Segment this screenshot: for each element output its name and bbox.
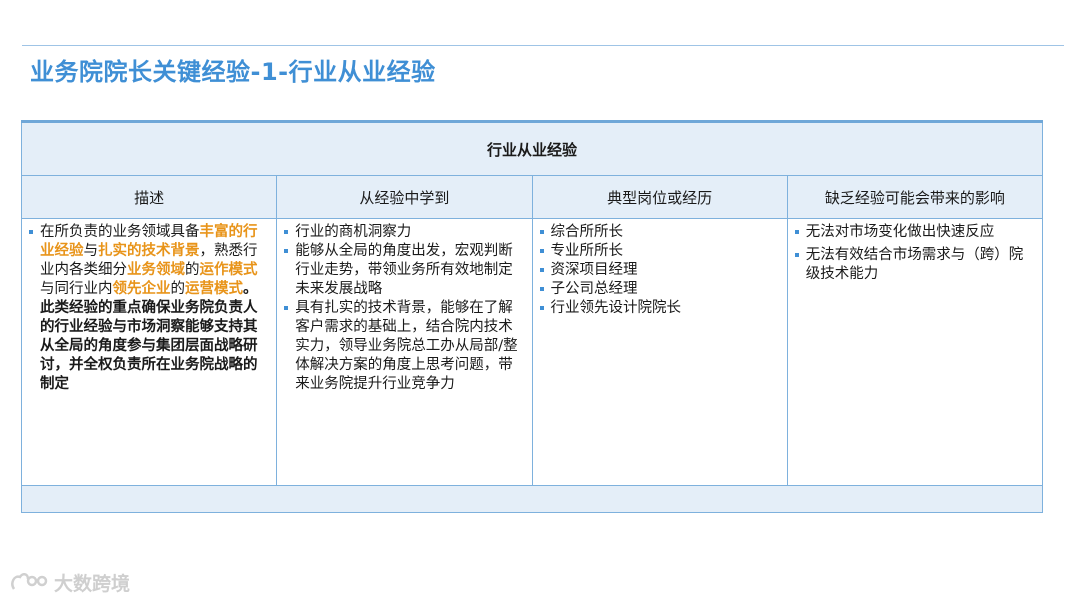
description-cell: 在所负责的业务领域具备丰富的行业经验与扎实的技术背景，熟悉行业内各类细分业务领域… xyxy=(20,218,278,486)
position-item: 子公司总经理 xyxy=(539,280,779,299)
learned-cell: 行业的商机洞察力 能够从全局的角度出发，宏观判断行业走势，带领业务所有效地制定未… xyxy=(276,218,533,486)
learned-item: 行业的商机洞察力 xyxy=(283,223,523,242)
table-header: 行业从业经验 xyxy=(21,120,1043,176)
column-header-impacts: 缺乏经验可能会带来的影响 xyxy=(786,175,1044,219)
position-item: 资深项目经理 xyxy=(539,261,779,280)
watermark-text: 大数跨境 xyxy=(54,573,131,595)
positions-cell: 综合所所长 专业所所长 资深项目经理 子公司总经理 行业领先设计院院长 xyxy=(531,218,788,486)
learned-item: 具有扎实的技术背景，能够在了解客户需求的基础上，结合院内技术实力，领导业务院总工… xyxy=(283,299,523,394)
highlight-text: 运营模式 xyxy=(185,281,243,297)
impact-item: 无法对市场变化做出快速反应 xyxy=(794,223,1034,242)
column-header-description: 描述 xyxy=(20,175,278,219)
column-header-positions: 典型岗位或经历 xyxy=(531,175,788,219)
experience-table: 行业从业经验 描述 从经验中学到 典型岗位或经历 缺乏经验可能会带来的影响 在所… xyxy=(20,120,1044,513)
highlight-text: 业务领域 xyxy=(127,262,185,278)
highlight-text: 扎实的技术背景 xyxy=(98,243,200,259)
watermark-icon xyxy=(11,572,48,590)
top-divider xyxy=(22,45,1064,46)
position-item: 行业领先设计院院长 xyxy=(539,299,779,318)
table-footer xyxy=(21,485,1043,513)
page-title: 业务院院长关键经验-1-行业从业经验 xyxy=(30,58,436,86)
highlight-text: 领先企业 xyxy=(112,281,171,297)
position-item: 专业所所长 xyxy=(539,242,779,261)
highlight-text: 运作模式 xyxy=(199,262,258,278)
learned-item: 能够从全局的角度出发，宏观判断行业走势，带领业务所有效地制定未来发展战略 xyxy=(283,242,523,299)
watermark-logo: 大数跨境 xyxy=(10,569,130,596)
position-item: 综合所所长 xyxy=(539,223,779,242)
description-item: 在所负责的业务领域具备丰富的行业经验与扎实的技术背景，熟悉行业内各类细分业务领域… xyxy=(28,223,268,394)
impacts-cell: 无法对市场变化做出快速反应 无法有效结合市场需求与（跨）院级技术能力 xyxy=(786,218,1044,486)
impact-item: 无法有效结合市场需求与（跨）院级技术能力 xyxy=(794,246,1034,284)
column-header-learned: 从经验中学到 xyxy=(276,175,533,219)
